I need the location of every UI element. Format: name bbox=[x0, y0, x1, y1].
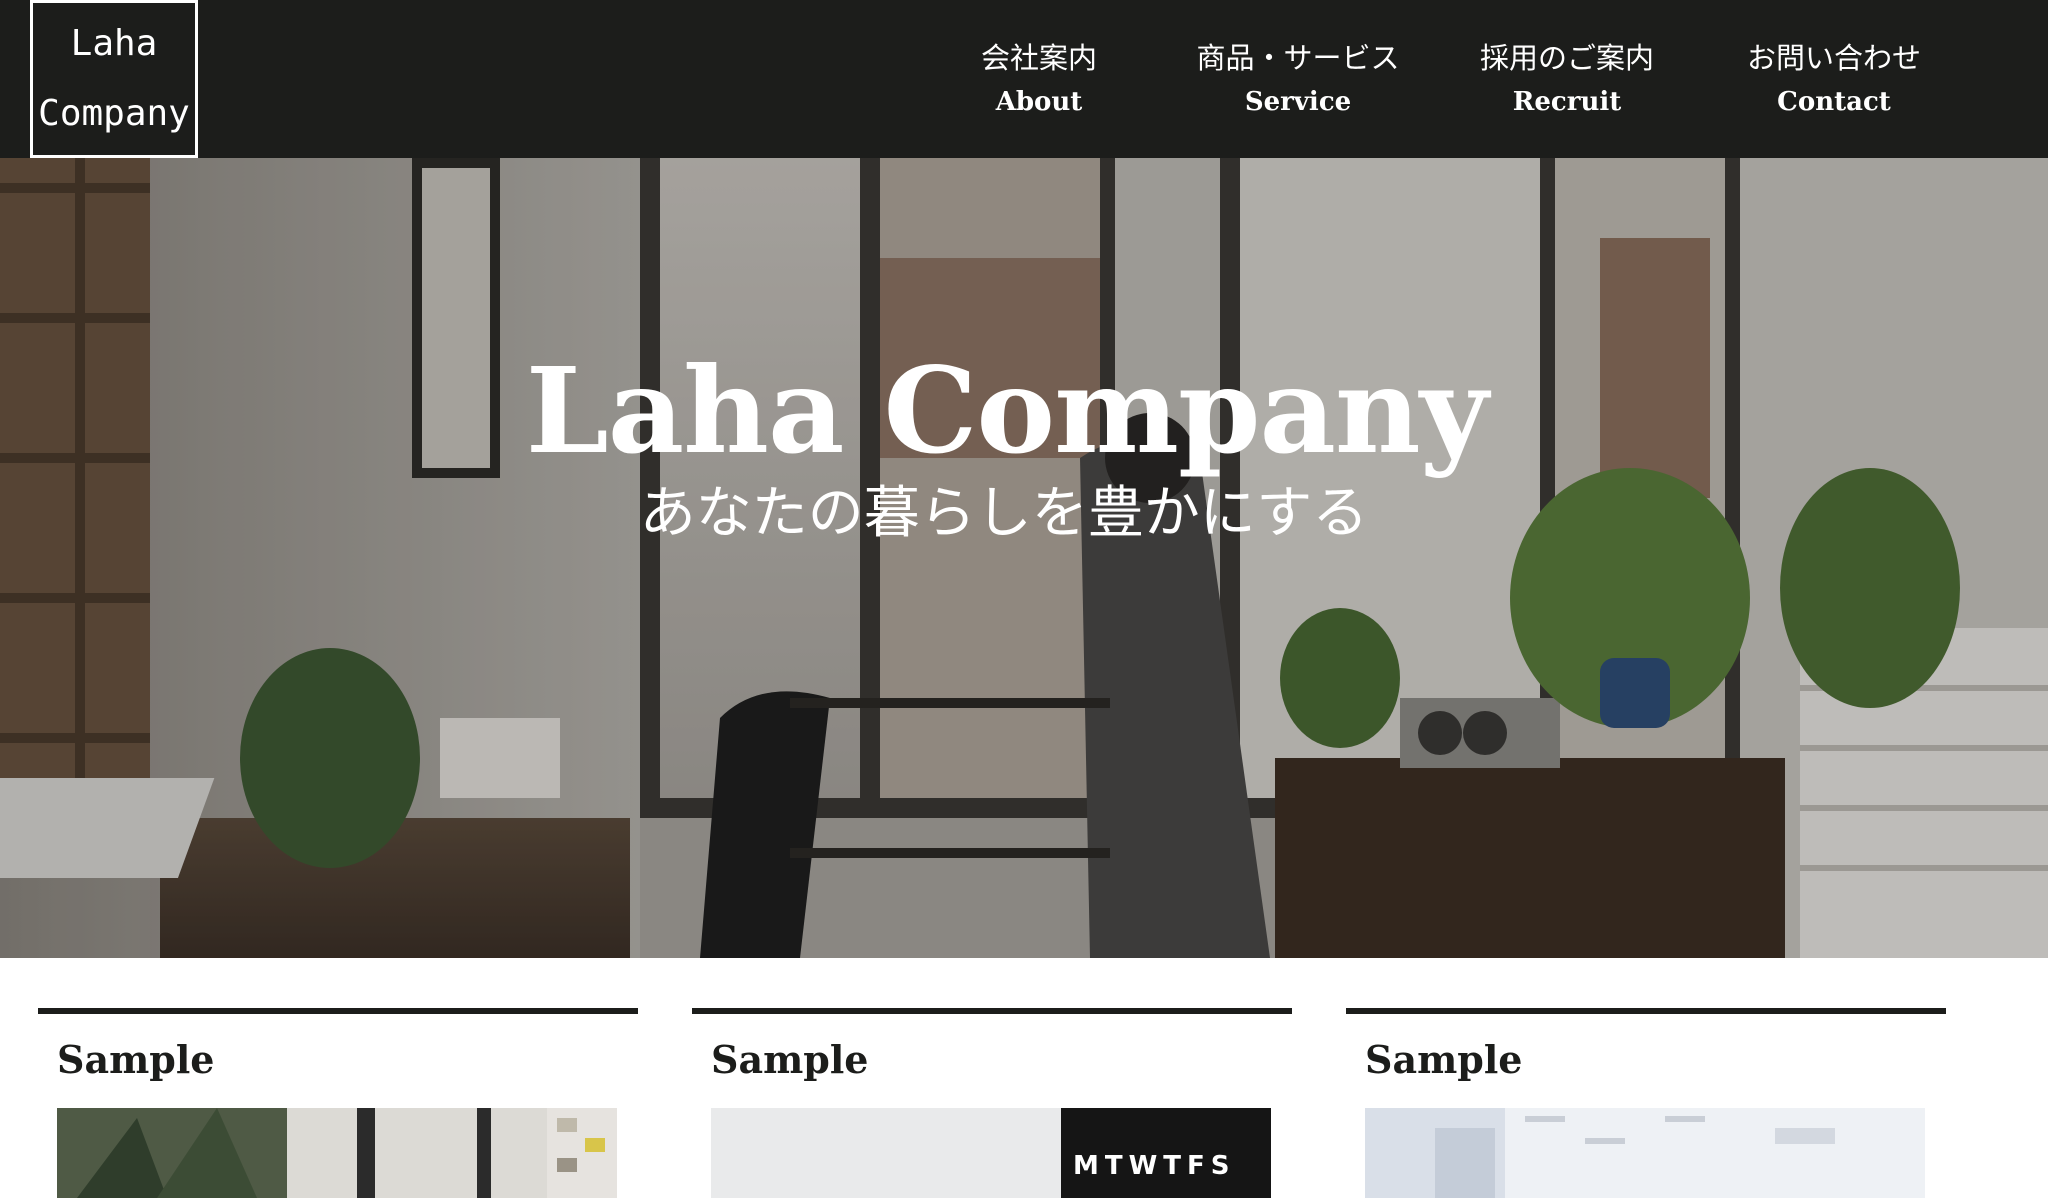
hero-title: Laha Company bbox=[525, 341, 1489, 480]
nav-label-jp: 商品・サービス bbox=[1196, 41, 1400, 75]
site-logo[interactable]: Laha Company bbox=[30, 0, 198, 158]
nav-label-en: About bbox=[995, 87, 1083, 117]
card-2[interactable]: Sample MTWTFS bbox=[692, 1008, 1292, 1198]
nav-label-en: Contact bbox=[1777, 87, 1891, 117]
nav-label-jp: 採用のご案内 bbox=[1479, 41, 1654, 75]
nav-label-en: Recruit bbox=[1512, 87, 1622, 117]
cards-section: Sample Sample MTWTFS Sample bbox=[0, 958, 2048, 1198]
hero-background-image bbox=[0, 158, 2048, 958]
logo-line-1: Laha bbox=[70, 23, 158, 64]
hero-subtitle: あなたの暮らしを豊かにする bbox=[639, 481, 1369, 546]
site-header: Laha Company 会社案内 About 商品・サービス Service … bbox=[0, 0, 2048, 158]
card-image[interactable] bbox=[57, 1108, 617, 1198]
hero-section: Laha Company あなたの暮らしを豊かにする bbox=[0, 158, 2048, 958]
nav-label-en: Service bbox=[1244, 87, 1352, 117]
card-title: Sample bbox=[57, 1037, 215, 1082]
logo-line-2: Company bbox=[38, 93, 190, 134]
main-nav: 会社案内 About 商品・サービス Service 採用のご案内 Recrui… bbox=[930, 0, 1990, 158]
calendar-weekday-letters: MTWTFS bbox=[1073, 1151, 1236, 1181]
card-title: Sample bbox=[1365, 1037, 1523, 1082]
nav-item-contact[interactable]: お問い合わせ Contact bbox=[1726, 36, 1942, 128]
nav-label-jp: お問い合わせ bbox=[1746, 41, 1921, 75]
nav-item-service[interactable]: 商品・サービス Service bbox=[1176, 36, 1420, 128]
nav-item-recruit[interactable]: 採用のご案内 Recruit bbox=[1460, 36, 1674, 128]
nav-item-about[interactable]: 会社案内 About bbox=[930, 36, 1148, 128]
card-title: Sample bbox=[711, 1037, 869, 1082]
card-3[interactable]: Sample bbox=[1346, 1008, 1946, 1198]
card-image[interactable]: MTWTFS bbox=[711, 1108, 1271, 1198]
card-image[interactable] bbox=[1365, 1108, 1925, 1198]
nav-label-jp: 会社案内 bbox=[980, 41, 1097, 75]
card-1[interactable]: Sample bbox=[38, 1008, 638, 1198]
